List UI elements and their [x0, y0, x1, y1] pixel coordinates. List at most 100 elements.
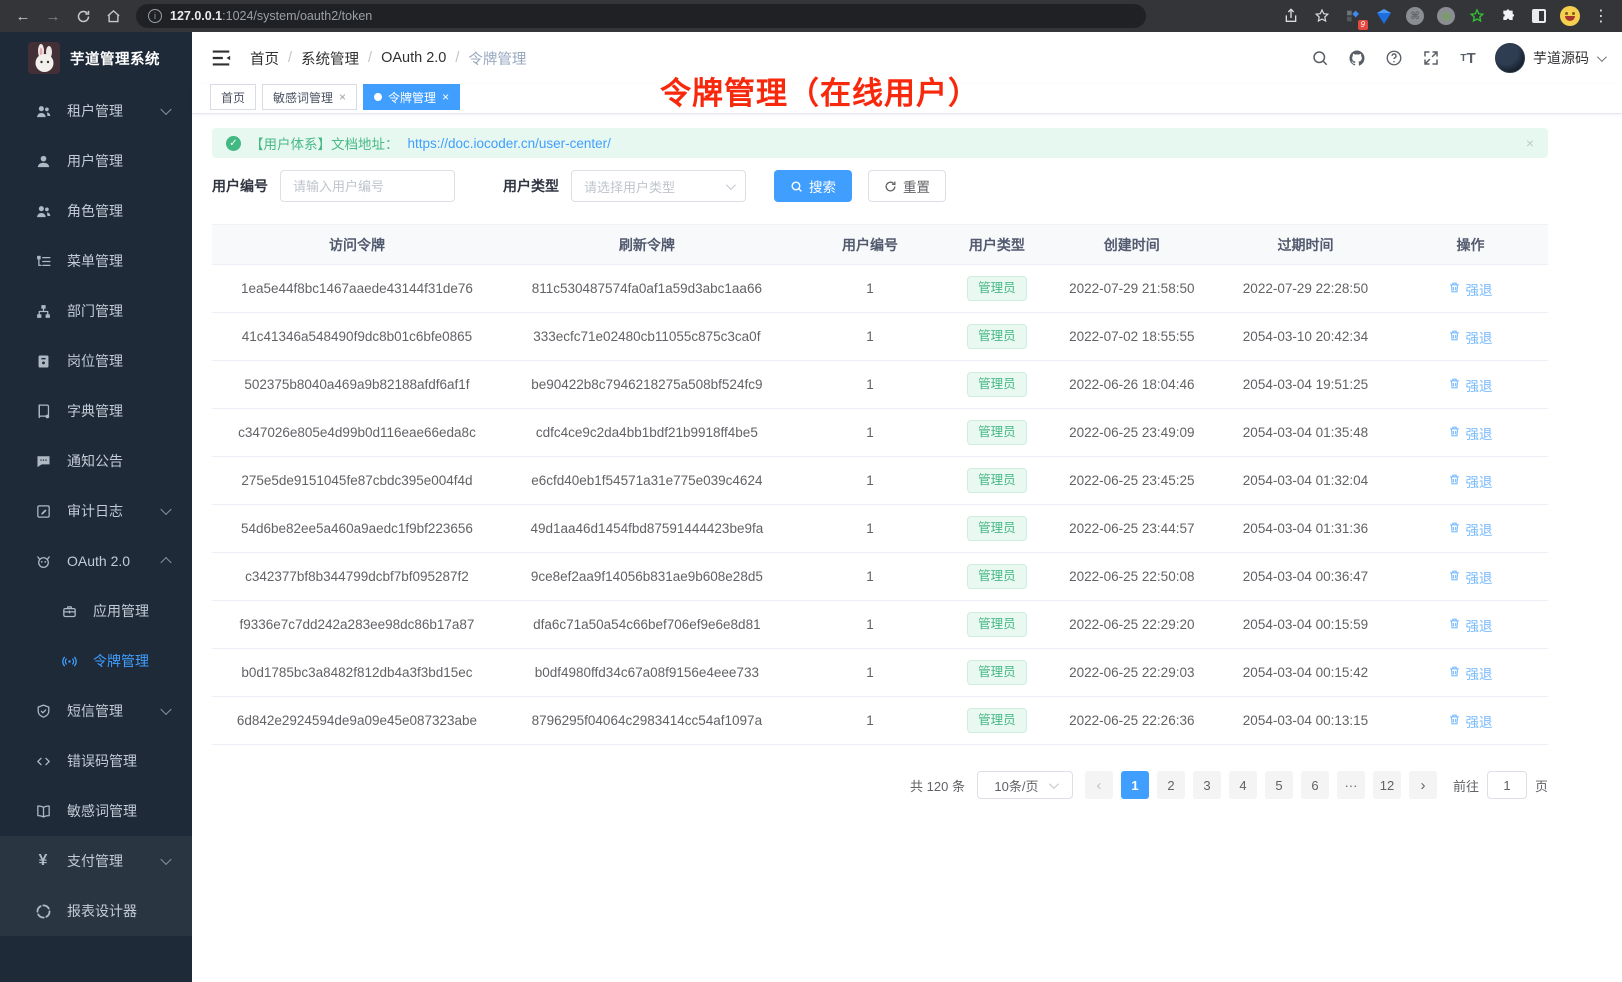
split-square-icon[interactable] [1528, 5, 1550, 27]
sidebar-item-pay[interactable]: ¥支付管理 [0, 836, 192, 886]
sidebar-item-error-code[interactable]: 错误码管理 [0, 736, 192, 786]
trash-icon [1448, 569, 1461, 585]
tab-sensitive-word[interactable]: 敏感词管理× [262, 84, 357, 110]
breadcrumb-item[interactable]: OAuth 2.0 [381, 50, 446, 66]
home-icon[interactable] [100, 3, 126, 29]
sidebar-item-sensitive[interactable]: 敏感词管理 [0, 786, 192, 836]
goto-suffix: 页 [1535, 776, 1548, 795]
table-row: c347026e805e4d99b0d116eae66eda8ccdfc4ce9… [212, 409, 1548, 457]
sidebar-item-oauth2-token[interactable]: 令牌管理 [0, 636, 192, 686]
sidebar-item-label: 租户管理 [67, 101, 123, 121]
force-logout-button[interactable]: 强退 [1448, 327, 1492, 347]
breadcrumb-item[interactable]: 首页 [250, 48, 279, 69]
force-logout-button[interactable]: 强退 [1448, 663, 1492, 683]
sidebar-item-label: 短信管理 [67, 701, 123, 721]
address-bar[interactable]: i 127.0.0.1:1024/system/oauth2/token [136, 4, 1146, 28]
sidebar-item-user[interactable]: 用户管理 [0, 136, 192, 186]
user-icon [34, 152, 52, 170]
share-icon[interactable] [1280, 5, 1302, 27]
profile-avatar-icon[interactable] [1559, 5, 1581, 27]
search-button[interactable]: 搜索 [774, 170, 852, 202]
close-icon[interactable]: × [339, 90, 346, 104]
more-pages-button[interactable]: ··· [1337, 771, 1365, 799]
font-size-icon[interactable]: TT [1458, 48, 1478, 68]
sidebar-item-notice[interactable]: 通知公告 [0, 436, 192, 486]
sidebar-item-audit-log[interactable]: 审计日志 [0, 486, 192, 536]
fullscreen-icon[interactable] [1421, 48, 1441, 68]
refresh-token-cell: 49d1aa46d1454fbd87591444423be9fa [502, 505, 792, 553]
puzzle-icon[interactable] [1497, 5, 1519, 27]
reset-button[interactable]: 重置 [868, 170, 946, 202]
user-name: 芋道源码 [1533, 48, 1589, 68]
sidebar-item-sms[interactable]: 短信管理 [0, 686, 192, 736]
breadcrumb-item[interactable]: 系统管理 [301, 48, 359, 69]
user-type-select[interactable]: 请选择用户类型 [571, 170, 746, 202]
page-button-5[interactable]: 5 [1265, 771, 1293, 799]
user-id-cell: 1 [792, 457, 948, 505]
breadcrumb-separator: / [368, 50, 372, 66]
browser-menu-icon[interactable]: ⋮ [1590, 5, 1612, 27]
sidebar-item-post[interactable]: 岗位管理 [0, 336, 192, 386]
force-logout-button[interactable]: 强退 [1448, 711, 1492, 731]
force-logout-button[interactable]: 强退 [1448, 279, 1492, 299]
force-logout-button[interactable]: 强退 [1448, 423, 1492, 443]
tab-token[interactable]: 令牌管理× [363, 84, 460, 110]
force-logout-button[interactable]: 强退 [1448, 375, 1492, 395]
page-button-1[interactable]: 1 [1121, 771, 1149, 799]
sidebar-item-dept[interactable]: 部门管理 [0, 286, 192, 336]
sidebar-item-report[interactable]: 报表设计器 [0, 886, 192, 936]
site-info-icon[interactable]: i [148, 9, 162, 23]
page-button-12[interactable]: 12 [1373, 771, 1401, 799]
bookmark-star-icon[interactable] [1311, 5, 1333, 27]
forward-icon[interactable]: → [40, 3, 66, 29]
force-logout-button[interactable]: 强退 [1448, 567, 1492, 587]
search-form: 用户编号 用户类型 请选择用户类型 搜索 重置 [212, 170, 1622, 202]
user-type-badge: 管理员 [967, 708, 1027, 733]
back-icon[interactable]: ← [10, 3, 36, 29]
sidebar-item-menu[interactable]: 菜单管理 [0, 236, 192, 286]
goto-page-input[interactable] [1487, 771, 1527, 799]
page-button-2[interactable]: 2 [1157, 771, 1185, 799]
force-logout-button[interactable]: 强退 [1448, 519, 1492, 539]
prev-page-button[interactable]: ‹ [1085, 771, 1113, 799]
search-icon[interactable] [1310, 48, 1330, 68]
sidebar-item-oauth2-app[interactable]: 应用管理 [0, 586, 192, 636]
sidebar-item-oauth2[interactable]: OAuth 2.0 [0, 536, 192, 586]
sidebar-item-tenant[interactable]: 租户管理 [0, 86, 192, 136]
user-type-cell: 管理员 [948, 697, 1046, 745]
tab-home[interactable]: 首页 [210, 84, 256, 110]
record-circle-icon[interactable] [1435, 5, 1457, 27]
close-icon[interactable]: × [1526, 135, 1534, 151]
action-cell: 强退 [1393, 505, 1548, 553]
user-id-cell: 1 [792, 265, 948, 313]
force-logout-button[interactable]: 强退 [1448, 615, 1492, 635]
close-icon[interactable]: × [442, 90, 449, 104]
sidebar-item-label: 审计日志 [67, 501, 123, 521]
page-button-4[interactable]: 4 [1229, 771, 1257, 799]
access-token-cell: c342377bf8b344799dcbf7bf095287f2 [212, 553, 502, 601]
page-button-3[interactable]: 3 [1193, 771, 1221, 799]
app-logo[interactable]: 芋道管理系统 [0, 32, 192, 84]
next-page-button[interactable]: › [1409, 771, 1437, 799]
page-size-select[interactable]: 10条/页 [977, 771, 1073, 799]
sidebar-item-label: 敏感词管理 [67, 801, 137, 821]
user-menu[interactable]: 芋道源码 [1495, 43, 1604, 73]
page-button-6[interactable]: 6 [1301, 771, 1329, 799]
dict-icon [34, 402, 52, 420]
force-logout-button[interactable]: 强退 [1448, 471, 1492, 491]
command-circle-icon[interactable]: ⌘ [1404, 5, 1426, 27]
sidebar-item-dict[interactable]: 字典管理 [0, 386, 192, 436]
green-star-icon[interactable] [1466, 5, 1488, 27]
extension-badge-icon[interactable]: 9 [1342, 5, 1364, 27]
sidebar-item-label: OAuth 2.0 [67, 553, 130, 569]
user-id-input[interactable] [280, 170, 455, 202]
column-header: 刷新令牌 [502, 225, 792, 265]
reload-icon[interactable] [70, 3, 96, 29]
gem-icon[interactable] [1373, 5, 1395, 27]
collapse-sidebar-icon[interactable] [210, 47, 232, 69]
sidebar-item-role[interactable]: 角色管理 [0, 186, 192, 236]
doc-link[interactable]: https://doc.iocoder.cn/user-center/ [408, 136, 611, 151]
help-icon[interactable] [1384, 48, 1404, 68]
trash-icon [1448, 521, 1461, 537]
github-icon[interactable] [1347, 48, 1367, 68]
